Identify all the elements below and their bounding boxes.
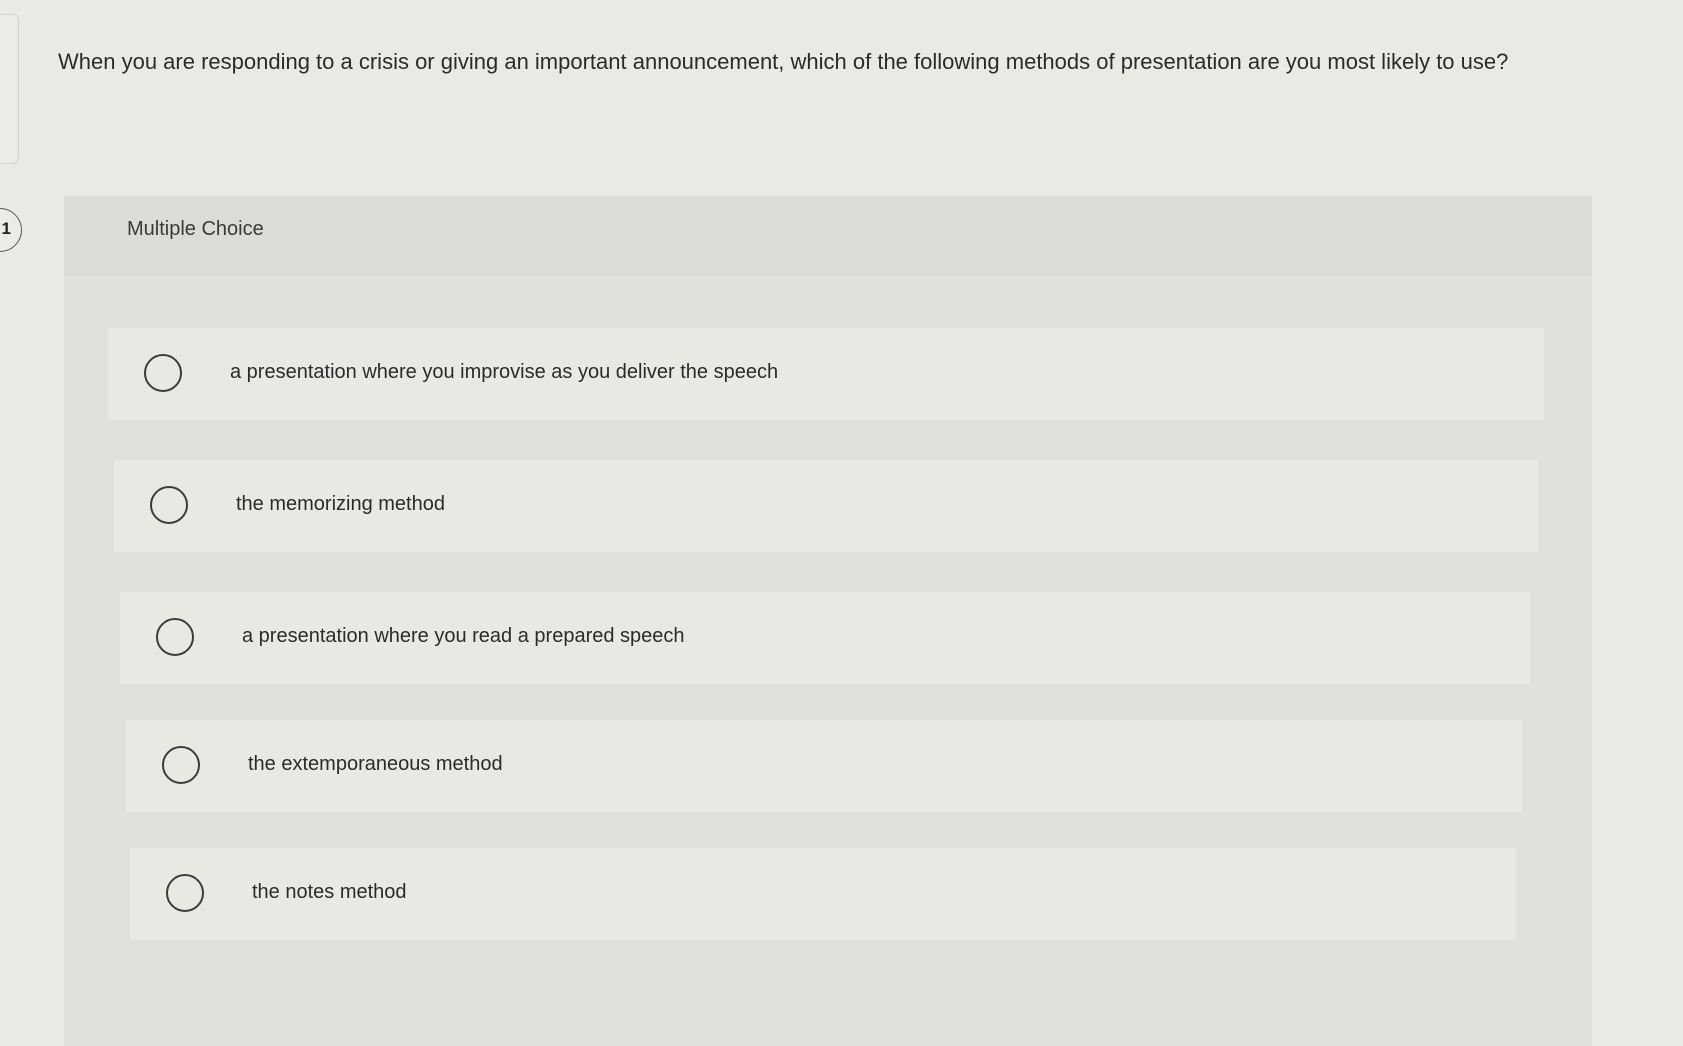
answer-option-label: the memorizing method [236,493,445,515]
question-number-badge: 1 [0,208,22,252]
side-panel-tab[interactable] [0,14,19,164]
answer-option[interactable]: a presentation where you read a prepared… [120,592,1530,684]
answer-option-label: a presentation where you read a prepared… [242,625,685,647]
radio-button-icon[interactable] [144,354,182,392]
answer-option-label: the notes method [252,881,407,903]
multiple-choice-header: Multiple Choice [64,196,1592,276]
answer-option-label: the extemporaneous method [248,753,503,775]
radio-button-icon[interactable] [162,746,200,784]
answer-option[interactable]: the extemporaneous method [126,720,1522,812]
answer-option[interactable]: a presentation where you improvise as yo… [108,328,1544,420]
question-text: When you are responding to a crisis or g… [58,49,1509,74]
question-number: 1 [1,219,11,238]
answer-option[interactable]: the notes method [130,848,1516,940]
answer-option[interactable]: the memorizing method [114,460,1538,552]
multiple-choice-panel: Multiple Choice a presentation where you… [64,196,1592,1046]
multiple-choice-title: Multiple Choice [127,218,264,240]
radio-button-icon[interactable] [150,486,188,524]
radio-button-icon[interactable] [166,874,204,912]
answer-option-label: a presentation where you improvise as yo… [230,361,779,383]
radio-button-icon[interactable] [156,618,194,656]
